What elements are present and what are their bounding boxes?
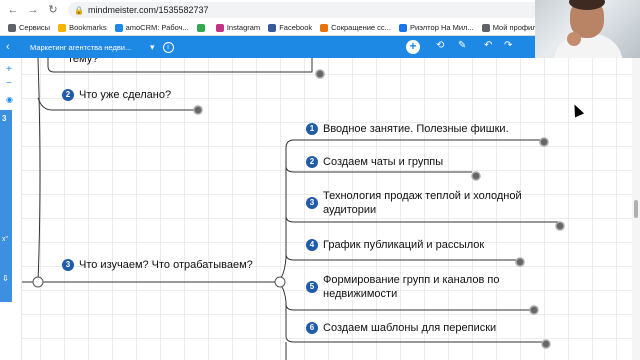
number-badge: 4	[306, 239, 318, 251]
lock-icon: 🔒	[74, 5, 84, 15]
info-icon[interactable]: i	[162, 41, 174, 53]
vertical-scrollbar[interactable]	[632, 58, 640, 360]
subtopic-3[interactable]: 3 Технология продаж теплой и холодной ау…	[306, 189, 542, 217]
scrollbar-thumb[interactable]	[634, 200, 638, 218]
number-badge: 2	[306, 156, 318, 168]
reload-icon[interactable]: ↻	[46, 3, 60, 17]
download-icon: ⇩	[2, 274, 9, 283]
back-arrow-icon[interactable]: ←	[6, 3, 20, 17]
apps-grid-icon	[8, 23, 16, 32]
webcam-overlay	[535, 0, 640, 62]
bookmark-green[interactable]	[196, 23, 208, 32]
document-title[interactable]: Маркетинг агентства недви...	[30, 43, 142, 52]
side-panel-number: 3	[2, 114, 7, 123]
subtopic-label: Создаем чаты и группы	[323, 156, 444, 168]
subtopic-label: Формирование групп и каналов по недвижим…	[323, 274, 500, 300]
zoom-in-icon[interactable]: +	[6, 64, 12, 75]
bookmark-amocrm[interactable]: amoCRM: Рабоч...	[114, 23, 189, 32]
branch-what-learning[interactable]: 3 Что изучаем? Что отрабатываем?	[62, 258, 253, 272]
bookmark-instagram[interactable]: Instagram	[215, 23, 260, 32]
subtopic-2[interactable]: 2 Создаем чаты и группы	[306, 155, 546, 169]
green-site-icon	[196, 23, 205, 32]
app-toolbar: ‹ Маркетинг агентства недви... ▾ i + ⟲ ✎…	[0, 36, 535, 58]
profile-icon	[481, 23, 490, 32]
side-panel-text: x"	[2, 236, 8, 243]
branch-label: Что изучаем? Что отрабатываем?	[79, 259, 253, 271]
subtopic-label: Создаем шаблоны для переписки	[323, 322, 497, 334]
number-badge: 3	[306, 197, 318, 209]
subtopic-label: График публикаций и рассылок	[323, 239, 485, 251]
forward-arrow-icon[interactable]: →	[26, 3, 40, 17]
subtopic-6[interactable]: 6 Создаем шаблоны для переписки	[306, 321, 546, 335]
bookmark-bookmarks[interactable]: Bookmarks	[58, 23, 107, 32]
add-topic-button[interactable]: +	[406, 40, 420, 54]
number-badge: 3	[62, 259, 74, 271]
subtopic-label: Технология продаж теплой и холодной ауди…	[323, 190, 522, 216]
number-badge: 6	[306, 322, 318, 334]
realtor-icon	[398, 23, 407, 32]
share-icon[interactable]: ⟲	[436, 40, 444, 51]
subtopic-1[interactable]: 1 Вводное занятие. Полезные фишки.	[306, 122, 546, 136]
zoom-out-icon[interactable]: −	[6, 78, 12, 89]
bookmark-facebook[interactable]: Facebook	[268, 23, 312, 32]
topic-fragment[interactable]: тему?	[68, 58, 98, 66]
link-icon	[320, 23, 329, 32]
facebook-icon	[268, 23, 277, 32]
number-badge: 1	[306, 123, 318, 135]
target-icon[interactable]: ◉	[6, 95, 13, 104]
bookmark-services[interactable]: Сервисы	[8, 23, 50, 32]
bookmark-realtor[interactable]: Риэлтор На Мил...	[398, 23, 474, 32]
number-badge: 2	[62, 89, 74, 101]
bookmark-shortener[interactable]: Сокращение сс...	[320, 23, 391, 32]
left-rail: + − ◉ 3 x" ⇩	[0, 58, 22, 360]
number-badge: 5	[306, 281, 318, 293]
amocrm-icon	[114, 23, 123, 32]
mindmap-canvas[interactable]: тему? 2 Что уже сделано? 3 Что изучаем? …	[22, 58, 632, 360]
back-chevron-icon[interactable]: ‹	[6, 41, 20, 53]
instagram-icon	[215, 23, 224, 32]
branch-label: Что уже сделано?	[79, 89, 172, 101]
subtopic-4[interactable]: 4 График публикаций и рассылок	[306, 238, 546, 252]
address-bar[interactable]: 🔒 mindmeister.com/1535582737	[68, 2, 568, 18]
branch-what-done[interactable]: 2 Что уже сделано?	[62, 88, 171, 102]
url-text: mindmeister.com/1535582737	[87, 5, 209, 15]
star-icon	[58, 23, 67, 32]
undo-icon[interactable]: ↶	[484, 40, 492, 51]
edit-icon[interactable]: ✎	[458, 40, 466, 51]
subtopic-label: Вводное занятие. Полезные фишки.	[323, 123, 509, 135]
caret-down-icon[interactable]: ▾	[150, 42, 155, 53]
topic-fragment-text: тему?	[68, 58, 99, 65]
redo-icon[interactable]: ↷	[504, 40, 512, 51]
subtopic-5[interactable]: 5 Формирование групп и каналов по недвиж…	[306, 273, 526, 301]
side-panel-tab[interactable]: 3 x" ⇩	[0, 110, 12, 302]
